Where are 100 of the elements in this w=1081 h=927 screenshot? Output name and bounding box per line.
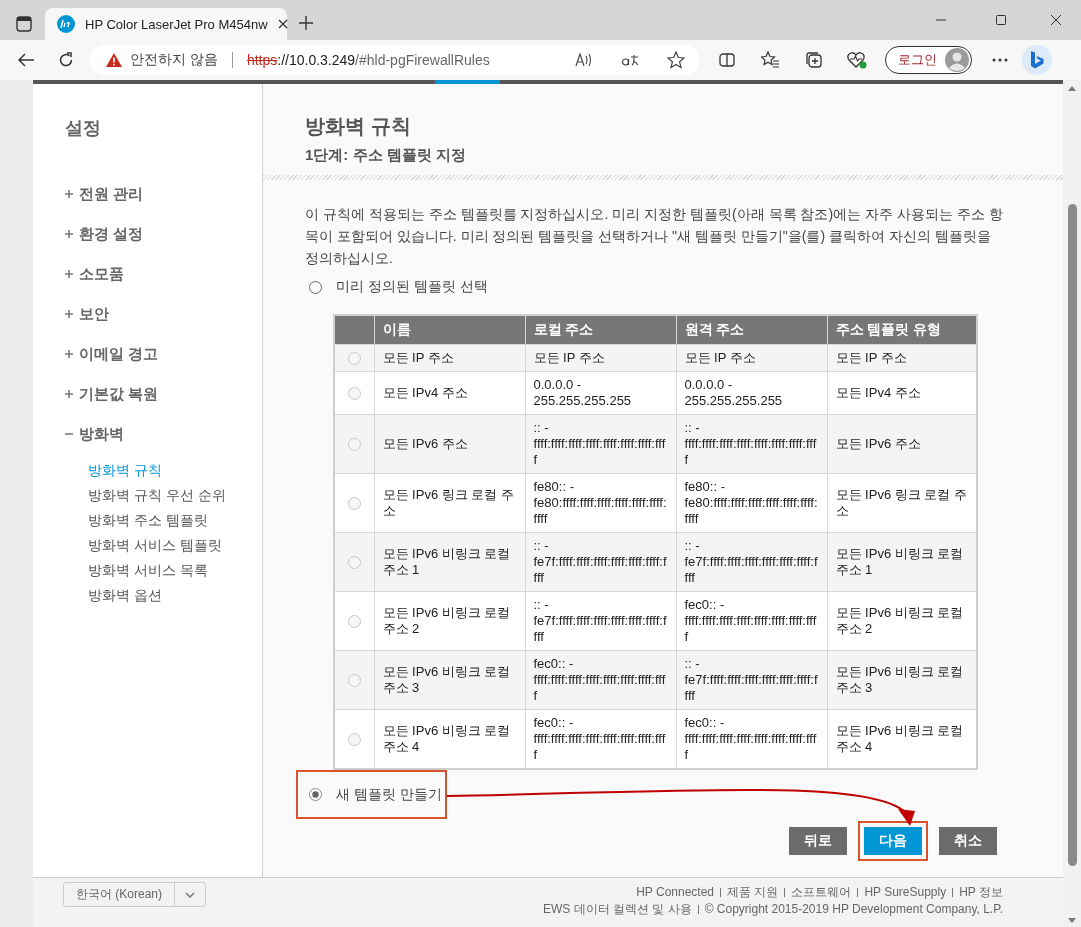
table-cell: 모든 IPv6 링크 로컬 주소 — [827, 473, 977, 533]
collections-icon[interactable] — [805, 51, 823, 69]
avatar-icon — [945, 48, 969, 72]
footer-link[interactable]: 소프트웨어 — [791, 885, 852, 899]
column-header: 원격 주소 — [676, 315, 827, 345]
column-header: 이름 — [374, 315, 525, 345]
radio-button[interactable] — [347, 351, 361, 365]
table-cell: 모든 IPv6 비링크 로컬 주소 1 — [374, 532, 525, 592]
table-cell: fe80:: - fe80:ffff:ffff:ffff:ffff:ffff:ffff:ffff — [525, 473, 676, 533]
table-cell: fec0:: - ffff:ffff:ffff:ffff:ffff:ffff:ffff:ffff — [525, 709, 676, 769]
footer-link[interactable]: 제품 지원 — [727, 885, 779, 899]
scrollbar[interactable] — [1063, 80, 1081, 927]
table-cell: 모든 IPv6 비링크 로컬 주소 1 — [827, 532, 977, 592]
warning-icon — [106, 53, 122, 67]
sidebar-item[interactable]: 소모품 — [65, 264, 262, 284]
new-tab-icon[interactable] — [299, 16, 313, 30]
translate-icon[interactable] — [621, 53, 639, 67]
heart-pulse-icon[interactable] — [847, 51, 867, 69]
table-cell: 모든 IPv6 링크 로컬 주소 — [374, 473, 525, 533]
table-cell: fec0:: - ffff:ffff:ffff:ffff:ffff:ffff:ffff:ffff — [676, 591, 827, 651]
next-button[interactable]: 다음 — [864, 827, 922, 855]
table-cell: 모든 IPv6 비링크 로컬 주소 4 — [827, 709, 977, 769]
column-header: 주소 템플릿 유형 — [827, 315, 977, 345]
close-icon[interactable] — [277, 19, 288, 29]
table-cell: 모든 IPv6 비링크 로컬 주소 3 — [827, 650, 977, 710]
cancel-button[interactable]: 취소 — [939, 827, 997, 855]
back-icon[interactable] — [18, 53, 34, 67]
table-cell: 모든 IP 주소 — [827, 344, 977, 372]
language-select[interactable]: 한국어 (Korean) — [63, 882, 206, 907]
table-cell: 모든 IPv6 비링크 로컬 주소 2 — [374, 591, 525, 651]
radio-button[interactable] — [347, 437, 361, 451]
table-cell: :: - fe7f:ffff:ffff:ffff:ffff:ffff:ffff:ffff — [525, 532, 676, 592]
sidebar-toggle-icon[interactable] — [16, 16, 32, 32]
radio-button[interactable] — [347, 673, 361, 687]
radio-button[interactable] — [347, 386, 361, 400]
security-label[interactable]: 안전하지 않음 — [130, 51, 218, 69]
table-cell: 모든 IPv6 비링크 로컬 주소 4 — [374, 709, 525, 769]
table-cell: fec0:: - ffff:ffff:ffff:ffff:ffff:ffff:ffff:ffff — [525, 650, 676, 710]
column-header: 로컬 주소 — [525, 315, 676, 345]
refresh-icon[interactable] — [58, 52, 74, 68]
footer-link[interactable]: HP 정보 — [959, 885, 1003, 899]
sidebar-subitem[interactable]: 방화벽 옵션 — [88, 583, 262, 608]
table-cell: fec0:: - ffff:ffff:ffff:ffff:ffff:ffff:ffff:ffff — [676, 709, 827, 769]
table-cell: 모든 IP 주소 — [525, 344, 676, 372]
footer-link[interactable]: HP Connected — [636, 885, 715, 899]
table-cell: 모든 IPv6 비링크 로컬 주소 2 — [827, 591, 977, 651]
sidebar-item[interactable]: 보안 — [65, 304, 262, 324]
table-cell: 모든 IPv6 비링크 로컬 주소 3 — [374, 650, 525, 710]
back-button[interactable]: 뒤로 — [789, 827, 847, 855]
sidebar-subitem[interactable]: 방화벽 주소 템플릿 — [88, 508, 262, 533]
sidebar-item[interactable]: 이메일 경고 — [65, 344, 262, 364]
radio-button[interactable] — [309, 280, 322, 294]
table-cell: :: - ffff:ffff:ffff:ffff:ffff:ffff:ffff:ffff — [676, 414, 827, 474]
active-section-marker — [435, 80, 500, 84]
scrollbar-thumb[interactable] — [1067, 204, 1077, 866]
copyright-text: © Copyright 2015-2019 HP Development Company, L.P. — [704, 902, 1003, 916]
radio-button[interactable] — [347, 732, 361, 746]
table-cell: :: - fe7f:ffff:ffff:ffff:ffff:ffff:ffff:ffff — [525, 591, 676, 651]
radio-button[interactable] — [347, 614, 361, 628]
radio-button[interactable] — [347, 555, 361, 569]
sidebar-title: 설정 — [65, 117, 102, 140]
option-label[interactable]: 미리 정의된 템플릿 선택 — [336, 278, 488, 296]
maximize-icon[interactable] — [996, 15, 1006, 25]
option-label[interactable]: 새 템플릿 만들기 — [336, 785, 442, 804]
scroll-up-icon[interactable] — [1068, 86, 1076, 91]
sidebar-subitem[interactable]: 방화벽 서비스 템플릿 — [88, 533, 262, 558]
radio-button[interactable] — [309, 788, 322, 801]
url-text[interactable]: https://10.0.3.249/#hld-pgFirewallRules — [246, 52, 567, 68]
sidebar-item[interactable]: 기본값 복원 — [65, 384, 262, 404]
sidebar-subitem[interactable]: 방화벽 규칙 — [88, 458, 262, 483]
radio-button[interactable] — [347, 496, 361, 510]
page-title: 방화벽 규칙 — [305, 114, 412, 138]
close-icon[interactable] — [1051, 15, 1061, 25]
scroll-down-icon[interactable] — [1068, 918, 1076, 923]
table-cell: :: - ffff:ffff:ffff:ffff:ffff:ffff:ffff:ffff — [525, 414, 676, 474]
table-cell: 0.0.0.0 - 255.255.255.255 — [676, 371, 827, 415]
sidebar-item[interactable]: 전원 관리 — [65, 184, 262, 204]
chevron-down-icon — [185, 891, 195, 898]
description-text: 이 규칙에 적용되는 주소 템플릿를 지정하십시오. 미리 지정한 템플릿(아래 목록 참조)에는 자주 사용되는 주소 항목이 포함되어 있습니다. 미리 정의된 템플릿을 선택하거나 "새 템플릿 만들기"을(를) 클릭하여 자신의 템플릿을 정의하십시오. — [305, 205, 1003, 268]
split-screen-icon[interactable] — [719, 52, 735, 68]
table-cell: 모든 IP 주소 — [374, 344, 525, 372]
sidebar-subitem[interactable]: 방화벽 규칙 우선 순위 — [88, 483, 262, 508]
footer-link[interactable]: EWS 데이터 컬렉션 및 사용 — [542, 902, 692, 916]
table-cell: 모든 IPv6 주소 — [827, 414, 977, 474]
sign-in-button[interactable]: 로그인 — [885, 46, 972, 74]
table-cell: 모든 IPv4 주소 — [827, 371, 977, 415]
read-aloud-icon[interactable] — [575, 53, 593, 67]
footer-link[interactable]: HP SureSupply — [864, 885, 947, 899]
sidebar-item[interactable]: 방화벽 — [65, 424, 262, 444]
more-icon[interactable] — [992, 58, 1008, 62]
favorites-icon[interactable] — [761, 51, 779, 69]
star-icon[interactable] — [667, 51, 685, 69]
step-subtitle: 1단계: 주소 템플릿 지정 — [305, 145, 467, 165]
table-cell: 모든 IPv6 주소 — [374, 414, 525, 474]
table-cell: 모든 IP 주소 — [676, 344, 827, 372]
logo-icon — [57, 15, 75, 33]
table-cell: :: - fe7f:ffff:ffff:ffff:ffff:ffff:ffff:ffff — [676, 532, 827, 592]
sidebar-subitem[interactable]: 방화벽 서비스 목록 — [88, 558, 262, 583]
sidebar-item[interactable]: 환경 설정 — [65, 224, 262, 244]
chat-bubble-icon[interactable] — [1022, 45, 1052, 75]
